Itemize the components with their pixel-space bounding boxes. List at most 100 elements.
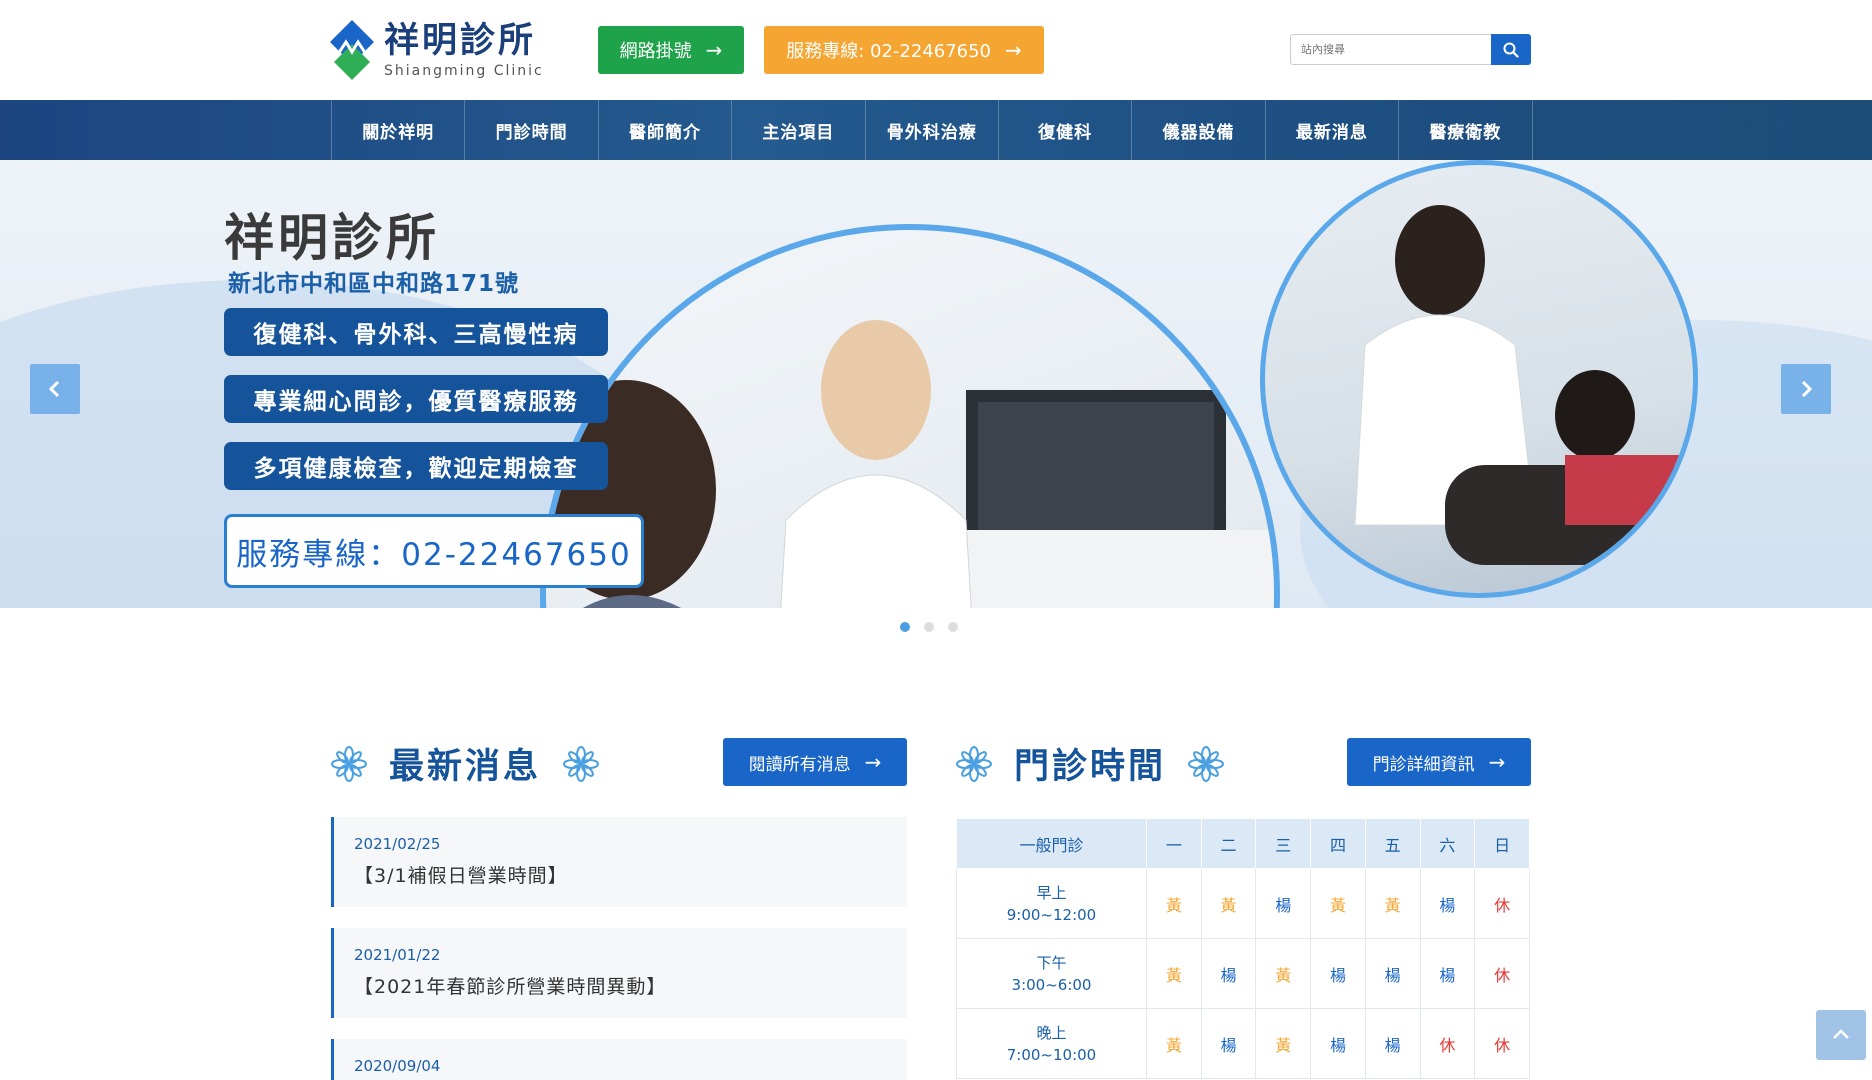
logo-subtitle: Shiangming Clinic bbox=[384, 63, 544, 79]
schedule-cell: 黃 bbox=[1255, 938, 1312, 1009]
schedule-row: 晚上 7:00~10:00 黃 楊 黃 楊 楊 休 休 bbox=[956, 1008, 1530, 1079]
news-item[interactable]: 2021/01/22 【2021年春節診所營業時間異動】 bbox=[331, 928, 907, 1018]
slider-next-button[interactable] bbox=[1781, 364, 1831, 414]
snowflake-icon bbox=[563, 745, 600, 782]
ultrasound-exam-photo bbox=[1260, 160, 1698, 598]
logo-icon bbox=[330, 20, 374, 80]
schedule-header-cell: 六 bbox=[1419, 818, 1476, 869]
logo-name: 祥明診所 bbox=[384, 21, 537, 61]
schedule-cell: 黃 bbox=[1146, 868, 1202, 939]
back-to-top-button[interactable] bbox=[1816, 1010, 1866, 1060]
read-all-news-button[interactable]: 閱讀所有消息 → bbox=[723, 738, 907, 786]
banner-pill: 多項健康檢查，歡迎定期檢查 bbox=[224, 442, 608, 490]
snowflake-icon bbox=[956, 745, 992, 782]
schedule-cell: 楊 bbox=[1419, 938, 1476, 1009]
banner-address: 新北市中和區中和路171號 bbox=[228, 271, 520, 297]
schedule-cell: 黃 bbox=[1255, 1008, 1312, 1079]
schedule-cell: 黃 bbox=[1200, 868, 1257, 939]
clinic-details-button[interactable]: 門診詳細資訊 → bbox=[1347, 738, 1531, 786]
news-title: 最新消息 bbox=[389, 747, 542, 787]
schedule-cell: 休 bbox=[1419, 1008, 1476, 1079]
nav-item-rehabilitation[interactable]: 復健科 bbox=[999, 100, 1133, 160]
doctor-consultation-photo bbox=[540, 224, 1280, 608]
nav-item-specialties[interactable]: 主治項目 bbox=[732, 100, 866, 160]
schedule-cell: 休 bbox=[1474, 938, 1530, 1009]
main-nav: 關於祥明 門診時間 醫師簡介 主治項目 骨外科治療 復健科 儀器設備 最新消息 … bbox=[0, 100, 1872, 160]
online-registration-button[interactable]: 網路掛號 → bbox=[598, 26, 744, 74]
news-date: 2021/02/25 bbox=[354, 835, 441, 853]
online-registration-label: 網路掛號 bbox=[619, 41, 692, 62]
schedule-header-cell: 一 bbox=[1146, 818, 1202, 869]
schedule-cell: 楊 bbox=[1310, 1008, 1366, 1079]
nav-item-equipment[interactable]: 儀器設備 bbox=[1132, 100, 1266, 160]
arrow-right-icon: → bbox=[864, 750, 882, 774]
slider-dot[interactable] bbox=[900, 622, 910, 632]
banner-pill: 專業細心問診，優質醫療服務 bbox=[224, 375, 608, 423]
arrow-right-icon: → bbox=[705, 38, 723, 62]
slider-dot[interactable] bbox=[924, 622, 934, 632]
period-name: 早上 bbox=[1036, 883, 1067, 902]
period-name: 下午 bbox=[1036, 953, 1067, 972]
nav-item-clinic-hours[interactable]: 門診時間 bbox=[465, 100, 599, 160]
banner-pill: 復健科、骨外科、三高慢性病 bbox=[224, 308, 608, 356]
nav-item-doctors[interactable]: 醫師簡介 bbox=[599, 100, 733, 160]
schedule-row: 下午 3:00~6:00 黃 楊 黃 楊 楊 楊 休 bbox=[956, 938, 1530, 1009]
schedule-cell: 黃 bbox=[1146, 938, 1202, 1009]
schedule-cell: 楊 bbox=[1255, 868, 1312, 939]
news-item[interactable]: 2021/02/25 【3/1補假日營業時間】 bbox=[331, 817, 907, 907]
schedule-cell: 楊 bbox=[1200, 938, 1257, 1009]
period-name: 晚上 bbox=[1036, 1023, 1067, 1042]
nav-item-about[interactable]: 關於祥明 bbox=[332, 100, 466, 160]
schedule-header-cell: 日 bbox=[1474, 818, 1530, 869]
search-button[interactable] bbox=[1491, 34, 1531, 65]
hotline-label: 服務專線: 02-22467650 bbox=[786, 41, 992, 62]
schedule-header-cell: 五 bbox=[1364, 818, 1421, 869]
nav-item-news[interactable]: 最新消息 bbox=[1266, 100, 1400, 160]
news-item[interactable]: 2020/09/04 bbox=[331, 1039, 907, 1080]
chevron-right-icon bbox=[1801, 380, 1813, 398]
schedule-cell: 黃 bbox=[1146, 1008, 1202, 1079]
search-icon bbox=[1503, 42, 1519, 58]
schedule-cell: 楊 bbox=[1419, 868, 1476, 939]
schedule-period: 早上 9:00~12:00 bbox=[956, 868, 1147, 939]
site-header: 祥明診所 Shiangming Clinic 網路掛號 → 服務專線: 02-2… bbox=[0, 0, 1872, 100]
clinic-details-label: 門診詳細資訊 bbox=[1372, 754, 1475, 775]
schedule-header-cell: 三 bbox=[1255, 818, 1312, 869]
nav-item-orthopedics[interactable]: 骨外科治療 bbox=[866, 100, 999, 160]
arrow-right-icon: → bbox=[1005, 38, 1022, 62]
chevron-left-icon bbox=[48, 380, 60, 398]
schedule-cell: 休 bbox=[1474, 868, 1530, 939]
news-date: 2020/09/04 bbox=[354, 1057, 441, 1075]
schedule-cell: 黃 bbox=[1364, 868, 1421, 939]
schedule-row: 早上 9:00~12:00 黃 黃 楊 黃 黃 楊 休 bbox=[956, 868, 1530, 939]
banner-hotline: 服務專線：02-22467650 bbox=[224, 514, 644, 588]
hotline-button[interactable]: 服務專線: 02-22467650 → bbox=[764, 26, 1044, 74]
snowflake-icon bbox=[1188, 745, 1225, 782]
read-all-news-label: 閱讀所有消息 bbox=[748, 754, 851, 775]
news-heading: 最新消息 bbox=[331, 738, 600, 789]
schedule-period: 晚上 7:00~10:00 bbox=[956, 1008, 1147, 1079]
schedule-cell: 楊 bbox=[1364, 1008, 1421, 1079]
chevron-up-icon bbox=[1833, 1029, 1849, 1039]
period-time: 7:00~10:00 bbox=[1006, 1045, 1097, 1064]
hero-slider: 祥明診所 新北市中和區中和路171號 復健科、骨外科、三高慢性病 專業細心問診，… bbox=[0, 160, 1872, 608]
nav-item-health-education[interactable]: 醫療衛教 bbox=[1399, 100, 1533, 160]
site-search bbox=[1290, 34, 1531, 65]
schedule-heading: 門診時間 bbox=[956, 738, 1225, 789]
schedule-period: 下午 3:00~6:00 bbox=[956, 938, 1147, 1009]
news-date: 2021/01/22 bbox=[354, 946, 441, 964]
logo[interactable]: 祥明診所 Shiangming Clinic bbox=[330, 20, 544, 80]
slider-dot[interactable] bbox=[948, 622, 958, 632]
schedule-header-row: 一般門診 一 二 三 四 五 六 日 bbox=[956, 818, 1530, 869]
schedule-cell: 楊 bbox=[1310, 938, 1366, 1009]
search-input[interactable] bbox=[1290, 34, 1492, 65]
clinic-schedule-table: 一般門診 一 二 三 四 五 六 日 早上 9:00~12:00 黃 黃 楊 黃 … bbox=[956, 818, 1530, 1079]
schedule-header-cell: 一般門診 bbox=[956, 818, 1147, 869]
schedule-header-cell: 四 bbox=[1310, 818, 1366, 869]
news-item-title: 【3/1補假日營業時間】 bbox=[354, 865, 568, 887]
snowflake-icon bbox=[331, 745, 367, 782]
schedule-cell: 休 bbox=[1474, 1008, 1530, 1079]
news-item-title: 【2021年春節診所營業時間異動】 bbox=[354, 976, 667, 998]
banner-title: 祥明診所 bbox=[224, 209, 440, 267]
slider-prev-button[interactable] bbox=[30, 364, 80, 414]
